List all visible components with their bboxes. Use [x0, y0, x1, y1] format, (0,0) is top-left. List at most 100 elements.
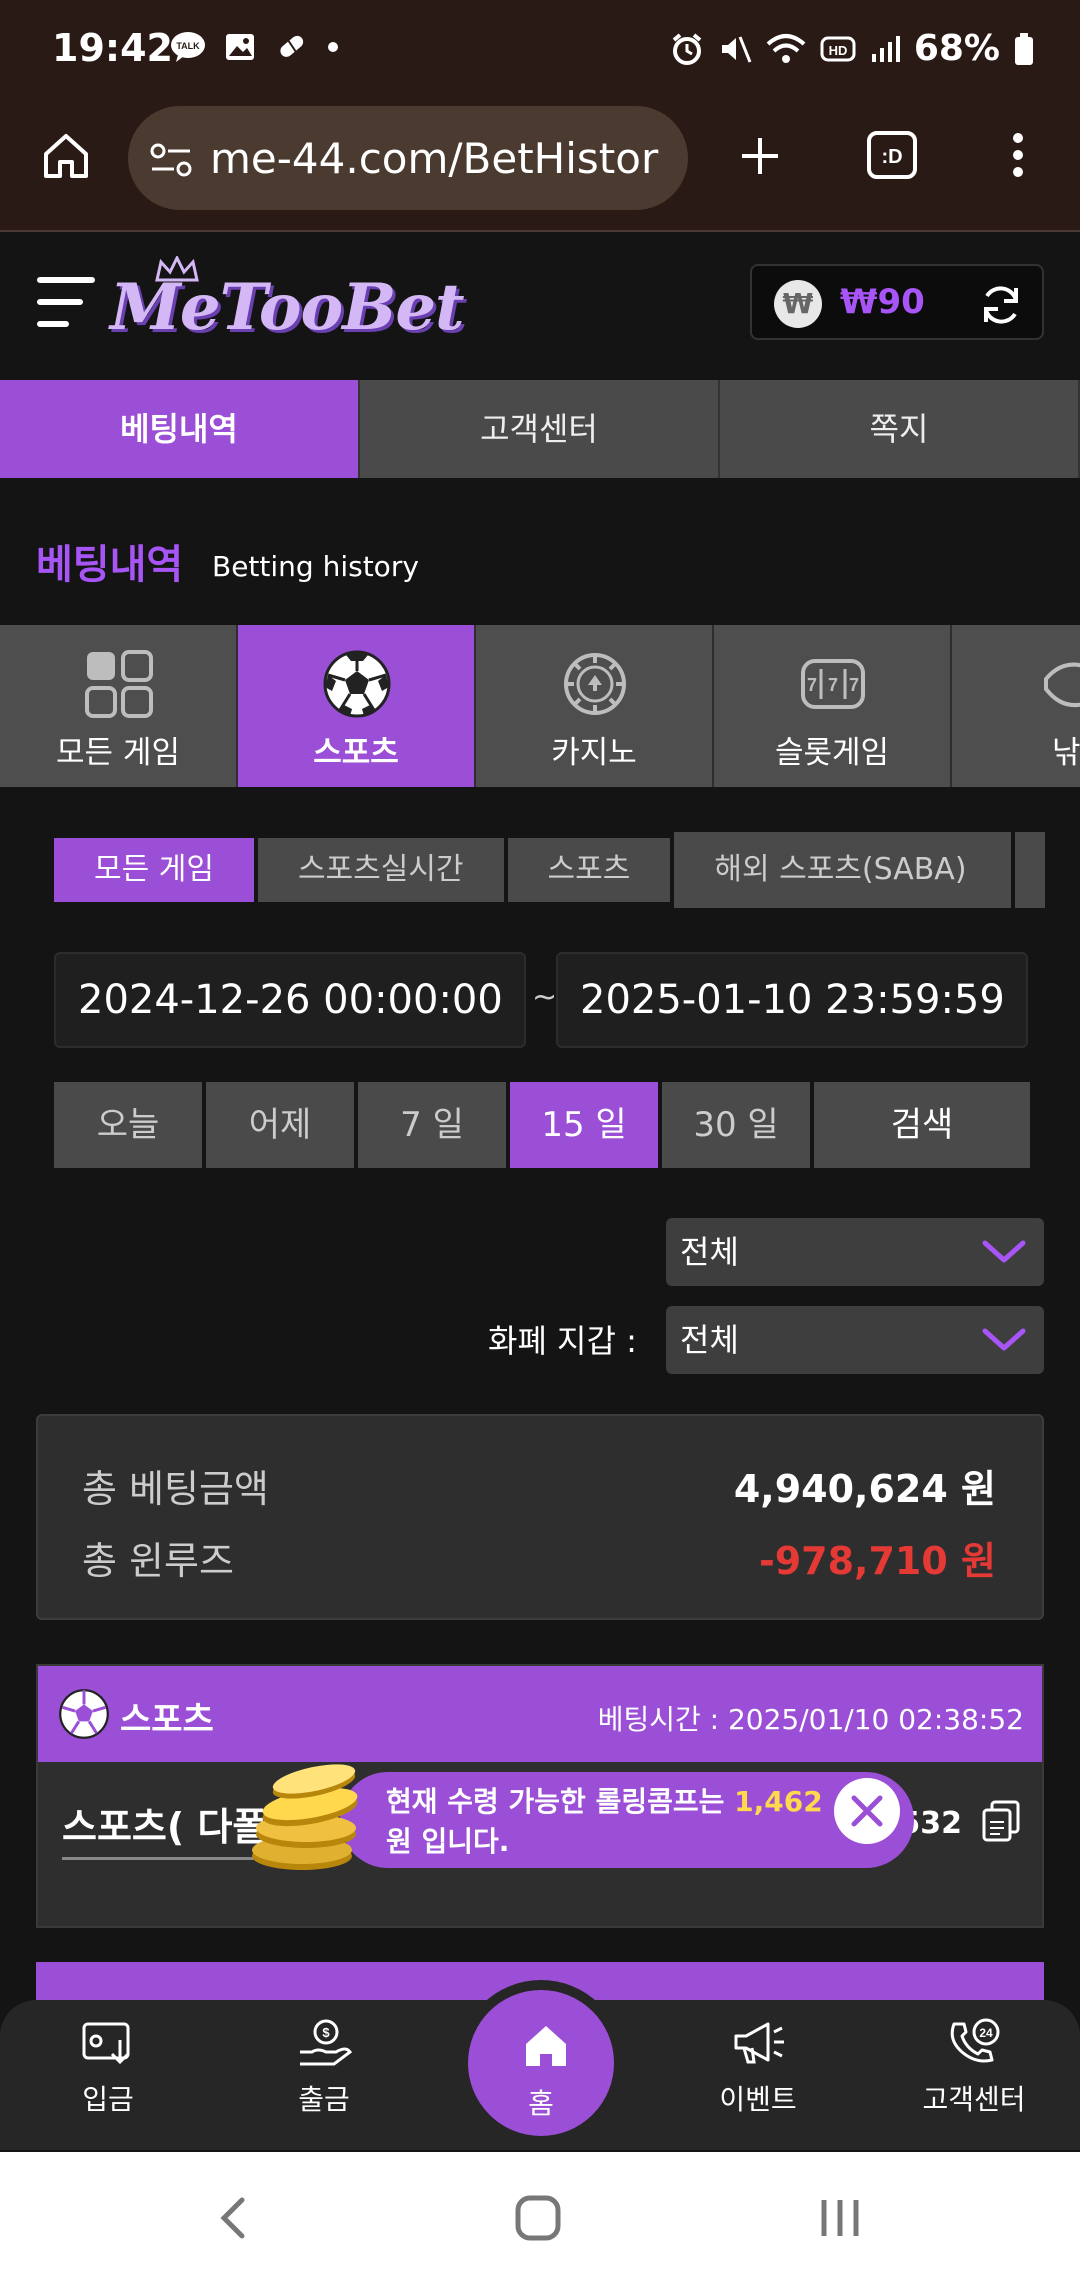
- hd-icon: HD: [820, 36, 856, 61]
- currency-wallet-select[interactable]: 전체: [666, 1306, 1044, 1374]
- nav-support[interactable]: 24 고객센터: [904, 2018, 1044, 2118]
- svg-text:7: 7: [807, 675, 817, 695]
- range-30days-button[interactable]: 30 일: [662, 1082, 810, 1168]
- range-7days-button[interactable]: 7 일: [358, 1082, 506, 1168]
- balance-amount: ₩90: [840, 282, 925, 322]
- quick-range-buttons: 오늘 어제 7 일 15 일 30 일 검색: [54, 1082, 1030, 1168]
- recents-icon[interactable]: [818, 2196, 862, 2240]
- total-bet-value: 4,940,624 원: [733, 1467, 996, 1511]
- home-icon: [526, 2026, 566, 2066]
- nav-withdraw[interactable]: $ 출금: [254, 2018, 394, 2118]
- tab-switcher-icon[interactable]: :D: [866, 130, 918, 180]
- site-settings-icon[interactable]: [150, 142, 192, 178]
- new-tab-icon[interactable]: [738, 134, 782, 178]
- chevron-down-icon: [982, 1240, 1026, 1263]
- category-label: 모든 게임: [56, 735, 180, 771]
- date-from-input[interactable]: 2024-12-26 00:00:00: [54, 952, 526, 1048]
- tab-betting-history[interactable]: 베팅내역: [0, 380, 360, 478]
- nav-home[interactable]: 홈: [458, 1980, 624, 2146]
- range-today-button[interactable]: 오늘: [54, 1082, 202, 1168]
- filter-sports-live[interactable]: 스포츠실시간: [257, 838, 504, 902]
- soccer-ball-icon: [323, 650, 391, 718]
- svg-text:TALK: TALK: [176, 41, 200, 51]
- category-label: 낚시: [1052, 735, 1080, 771]
- copy-icon[interactable]: [982, 1800, 1020, 1842]
- category-sports[interactable]: 스포츠: [238, 625, 476, 787]
- filter-more[interactable]: [1014, 832, 1045, 908]
- tab-messages[interactable]: 쪽지: [720, 380, 1080, 478]
- refresh-icon[interactable]: [978, 282, 1024, 328]
- talk-icon: TALK: [171, 32, 205, 62]
- toast-line1-prefix: 현재 수령 가능한 롤링콤프는: [386, 1785, 725, 1818]
- svg-text::D: :D: [881, 146, 902, 168]
- system-navigation-bar: [0, 2152, 1080, 2280]
- wifi-icon: [766, 33, 806, 63]
- site-header: MeTooBet ₩ ₩90: [0, 234, 1080, 380]
- category-fishing[interactable]: 낚시: [952, 625, 1080, 787]
- filter-sports[interactable]: 스포츠: [507, 838, 671, 902]
- bet-card-header: 스포츠 베팅시간 : 2025/01/10 02:38:52: [38, 1666, 1042, 1762]
- support-24-icon: 24: [950, 2018, 1000, 2063]
- status-notification-icons: TALK: [170, 30, 340, 64]
- status-system-icons: HD 68%: [670, 28, 1034, 69]
- toast-amount: 1,462: [734, 1785, 823, 1818]
- fish-icon: [1044, 662, 1080, 708]
- deposit-icon: [82, 2022, 130, 2065]
- bet-summary: 총 베팅금액 4,940,624 원 총 윈루즈 -978,710 원: [36, 1414, 1044, 1620]
- url-text[interactable]: me-44.com/BetHistor: [210, 134, 658, 183]
- tab-customer-center[interactable]: 고객센터: [360, 380, 720, 478]
- more-menu-icon[interactable]: [1004, 130, 1032, 180]
- rolling-comp-toast: 현재 수령 가능한 롤링콤프는 1,462 원 입니다.: [340, 1772, 914, 1868]
- home-nav-icon[interactable]: [514, 2194, 562, 2242]
- hamburger-menu-icon[interactable]: [36, 274, 96, 330]
- category-slot-games[interactable]: 777 슬롯게임: [714, 625, 952, 787]
- bet-name[interactable]: 스포츠( 다폴: [62, 1796, 268, 1860]
- status-select-value: 전체: [680, 1233, 739, 1271]
- range-yesterday-button[interactable]: 어제: [206, 1082, 354, 1168]
- category-casino[interactable]: 카지노: [476, 625, 714, 787]
- balance-box: ₩ ₩90: [750, 264, 1044, 340]
- nav-label: 입금: [82, 2083, 134, 2116]
- filter-all-games[interactable]: 모든 게임: [54, 838, 254, 902]
- category-label: 스포츠: [313, 735, 399, 771]
- page-title: 베팅내역: [36, 542, 184, 588]
- date-separator: ~: [532, 980, 558, 1015]
- currency-wallet-value: 전체: [680, 1321, 739, 1359]
- browser-toolbar: me-44.com/BetHistor :D: [0, 100, 1080, 232]
- image-icon: [226, 34, 254, 60]
- date-to-input[interactable]: 2025-01-10 23:59:59: [556, 952, 1028, 1048]
- back-icon[interactable]: [218, 2196, 248, 2240]
- status-bar: 19:42 TALK HD 68%: [0, 0, 1080, 100]
- close-icon: [851, 1795, 883, 1827]
- nav-label: 홈: [528, 2087, 554, 2120]
- svg-text:7: 7: [849, 675, 859, 695]
- category-all-games[interactable]: 모든 게임: [0, 625, 238, 787]
- battery-icon: [1015, 32, 1033, 65]
- battery-percent: 68%: [913, 28, 1000, 69]
- nav-label: 출금: [298, 2083, 350, 2116]
- grid-icon: [85, 650, 153, 718]
- toast-line2: 원 입니다.: [386, 1825, 510, 1858]
- filter-overseas-sports[interactable]: 해외 스포츠(SABA): [674, 832, 1011, 908]
- game-filter-tabs: 모든 게임 스포츠실시간 스포츠 해외 스포츠(SABA): [54, 832, 1045, 908]
- nav-label: 이벤트: [719, 2083, 797, 2116]
- home-browser-icon[interactable]: [40, 130, 92, 182]
- top-tabs: 베팅내역 고객센터 쪽지: [0, 380, 1080, 478]
- category-label: 카지노: [551, 735, 637, 771]
- bet-card-category: 스포츠: [120, 1700, 214, 1740]
- megaphone-icon: [734, 2022, 784, 2064]
- nav-deposit[interactable]: 입금: [38, 2018, 178, 2118]
- total-bet-label: 총 베팅금액: [82, 1467, 269, 1511]
- nav-label: 고객센터: [922, 2083, 1026, 2116]
- nav-events[interactable]: 이벤트: [688, 2018, 828, 2118]
- range-15days-button[interactable]: 15 일: [510, 1082, 658, 1168]
- mute-icon: [721, 35, 752, 63]
- search-button[interactable]: 검색: [814, 1082, 1030, 1168]
- page-subtitle: Betting history: [212, 550, 419, 583]
- svg-text:7: 7: [828, 675, 838, 695]
- status-select[interactable]: 전체: [666, 1218, 1044, 1286]
- soccer-ball-icon: [59, 1689, 109, 1739]
- toast-close-button[interactable]: [834, 1778, 900, 1844]
- dot-icon: [328, 42, 338, 52]
- site-logo[interactable]: MeTooBet: [110, 270, 465, 345]
